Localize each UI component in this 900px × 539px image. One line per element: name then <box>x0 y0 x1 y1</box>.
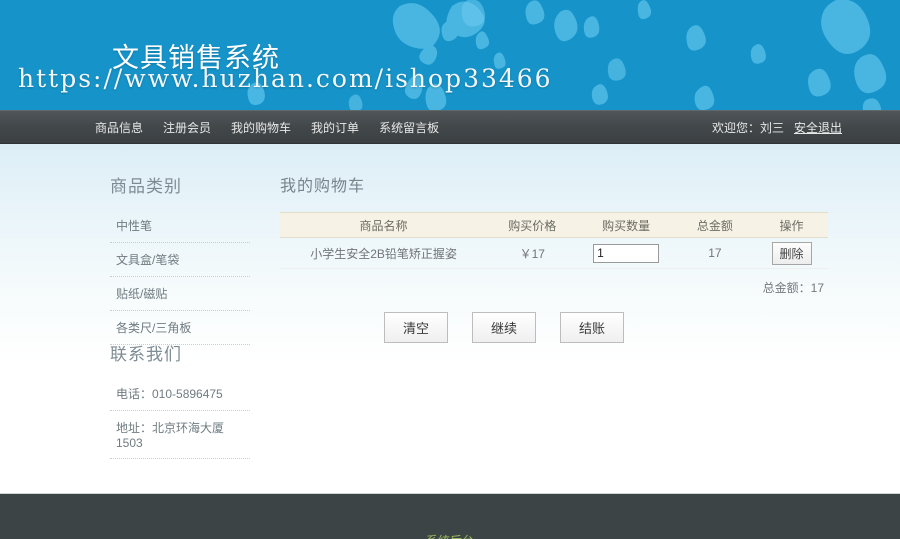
page-root: 文具销售系统 https://www.huzhan.com/ishop33466… <box>0 0 900 539</box>
cell-price: ￥17 <box>487 237 578 269</box>
shopping-cart-panel: 我的购物车 商品名称 购买价格 购买数量 总金额 操作 小学生安全2B铅笔矫正握… <box>280 172 828 343</box>
nav-item-products[interactable]: 商品信息 <box>95 119 143 136</box>
category-item-stickers[interactable]: 贴纸/磁贴 <box>110 277 250 311</box>
cell-product-name: 小学生安全2B铅笔矫正握姿 <box>280 237 488 269</box>
main-navigation: 商品信息 注册会员 我的购物车 我的订单 系统留言板 欢迎您：刘三 安全退出 <box>0 110 900 144</box>
table-header-row: 商品名称 购买价格 购买数量 总金额 操作 <box>280 212 828 238</box>
header-price: 购买价格 <box>487 212 578 238</box>
quantity-input[interactable] <box>593 243 660 263</box>
contact-list: 电话：010-5896475 地址：北京环海大厦1503 <box>110 377 250 459</box>
logout-link[interactable]: 安全退出 <box>794 119 842 136</box>
site-url: https://www.huzhan.com/ishop33466 <box>18 64 553 93</box>
cell-operation: 删除 <box>755 237 828 269</box>
sidebar-contact: 联系我们 电话：010-5896475 地址：北京环海大厦1503 <box>110 340 250 459</box>
sidebar-category-title: 商品类别 <box>110 177 182 197</box>
delete-button[interactable]: 删除 <box>771 241 812 265</box>
nav-item-cart[interactable]: 我的购物车 <box>231 119 291 136</box>
cell-total: 17 <box>674 237 756 269</box>
page-title: 我的购物车 <box>280 176 366 195</box>
sidebar-categories: 商品类别 中性笔 文具盒/笔袋 贴纸/磁贴 各类尺/三角板 <box>110 172 250 345</box>
welcome-text: 欢迎您：刘三 <box>711 120 784 135</box>
header-operation: 操作 <box>755 212 828 238</box>
user-name: 刘三 <box>759 120 784 135</box>
main-content: 商品类别 中性笔 文具盒/笔袋 贴纸/磁贴 各类尺/三角板 联系我们 电话：01… <box>0 144 900 493</box>
cell-quantity <box>577 237 675 269</box>
nav-items: 商品信息 注册会员 我的购物车 我的订单 系统留言板 <box>95 119 439 136</box>
user-area: 欢迎您：刘三 安全退出 <box>712 119 842 136</box>
site-footer: 系统后台 <box>0 493 900 539</box>
nav-item-messageboard[interactable]: 系统留言板 <box>379 119 439 136</box>
category-list: 中性笔 文具盒/笔袋 贴纸/磁贴 各类尺/三角板 <box>110 209 250 345</box>
header-product-name: 商品名称 <box>280 212 488 238</box>
header-total: 总金额 <box>674 212 756 238</box>
checkout-button[interactable]: 结账 <box>560 312 624 343</box>
nav-item-register[interactable]: 注册会员 <box>163 119 211 136</box>
admin-backend-link[interactable]: 系统后台 <box>0 494 900 539</box>
contact-phone: 电话：010-5896475 <box>110 377 250 411</box>
clear-cart-button[interactable]: 清空 <box>384 312 448 343</box>
cart-action-buttons: 清空 继续 结账 <box>280 296 828 343</box>
contact-address: 地址：北京环海大厦1503 <box>110 411 250 459</box>
sidebar-contact-title: 联系我们 <box>110 345 182 365</box>
category-item-gel-pen[interactable]: 中性笔 <box>110 209 250 243</box>
header-quantity: 购买数量 <box>577 212 675 238</box>
category-item-pencil-case[interactable]: 文具盒/笔袋 <box>110 243 250 277</box>
continue-shopping-button[interactable]: 继续 <box>472 312 536 343</box>
cart-table: 商品名称 购买价格 购买数量 总金额 操作 小学生安全2B铅笔矫正握姿 ￥17 <box>280 212 828 269</box>
nav-item-orders[interactable]: 我的订单 <box>311 119 359 136</box>
site-banner: 文具销售系统 https://www.huzhan.com/ishop33466 <box>0 0 900 110</box>
cart-total-summary: 总金额：17 <box>762 281 824 295</box>
table-row: 小学生安全2B铅笔矫正握姿 ￥17 17 删除 <box>280 237 828 269</box>
